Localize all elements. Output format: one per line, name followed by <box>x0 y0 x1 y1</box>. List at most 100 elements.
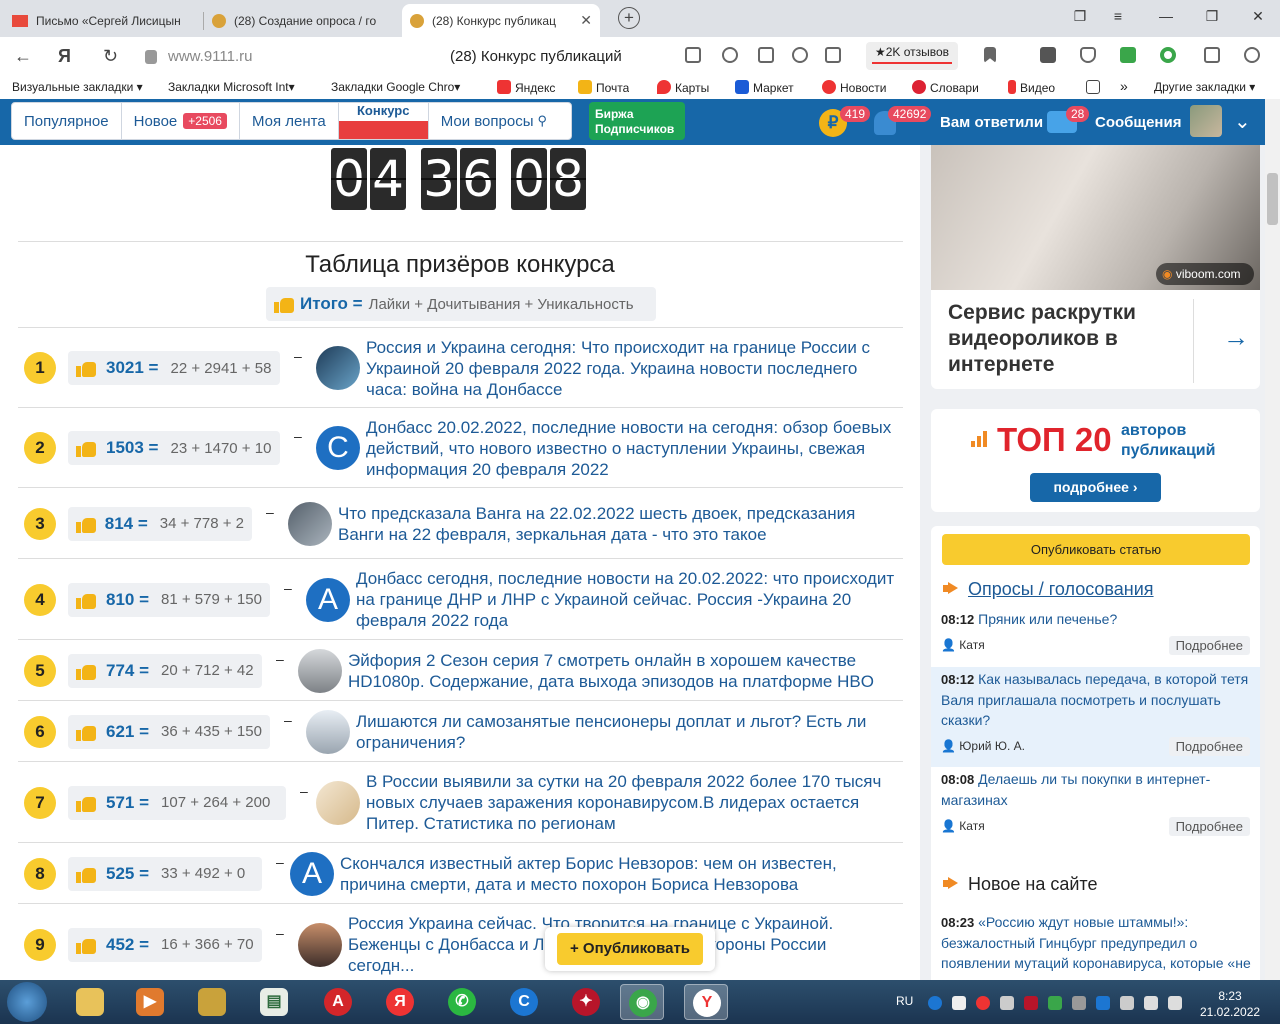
tray-icon[interactable] <box>952 996 966 1010</box>
clock[interactable]: 8:23 21.02.2022 <box>1200 988 1260 1020</box>
author-avatar[interactable] <box>298 648 342 693</box>
poll-more-button[interactable]: Подробнее <box>1168 737 1250 756</box>
bookmark-news[interactable]: Новости <box>822 80 886 95</box>
poll-more-button[interactable]: Подробнее <box>1168 817 1250 836</box>
chevron-down-icon[interactable]: ⌄ <box>1234 109 1251 134</box>
article-link[interactable]: Россия и Украина сегодня: Что происходит… <box>366 337 897 400</box>
messages-link[interactable]: Сообщения <box>1095 114 1181 131</box>
reload-icon[interactable]: ↻ <box>103 46 118 67</box>
shield-icon[interactable] <box>1080 47 1096 63</box>
bookmark-market[interactable]: Маркет <box>735 80 794 95</box>
back-icon[interactable]: ← <box>14 46 32 67</box>
bookmark-yandex[interactable]: Яндекс <box>497 80 555 95</box>
poll-link[interactable]: Пряник или печенье? <box>978 611 1117 627</box>
yandex-browser-icon[interactable]: Y <box>684 984 728 1020</box>
browser-tab-poll[interactable]: (28) Создание опроса / го <box>204 4 400 37</box>
nav-my-feed[interactable]: Моя лента <box>240 103 339 139</box>
new-item-link[interactable]: «Россию ждут новые штаммы!»: безжалостны… <box>941 914 1251 980</box>
reader-icon[interactable] <box>758 47 774 63</box>
author-avatar[interactable]: С <box>316 426 360 470</box>
author-avatar[interactable] <box>306 709 350 754</box>
new-tab-button[interactable]: + <box>618 7 640 29</box>
top20-more-button[interactable]: подробнее › <box>1030 473 1161 502</box>
nav-my-questions[interactable]: Мои вопросы ⚲ <box>429 103 559 139</box>
download-icon[interactable] <box>1120 47 1136 63</box>
game-icon[interactable]: ✦ <box>564 984 608 1020</box>
tabs-icon[interactable]: ❐ <box>1070 8 1090 25</box>
copy-icon[interactable] <box>685 47 701 63</box>
nav-new[interactable]: Новое +2506 <box>122 103 240 139</box>
acrobat-icon[interactable]: A <box>316 984 360 1020</box>
poll-more-button[interactable]: Подробнее <box>1168 636 1250 655</box>
ccleaner-tray-icon[interactable] <box>928 996 942 1010</box>
yandex-tray-icon[interactable] <box>976 996 990 1010</box>
publish-article-button[interactable]: Опубликовать статью <box>942 534 1250 565</box>
bookmark-icon[interactable] <box>984 47 996 63</box>
viboom-badge[interactable]: ◉ viboom.com <box>1156 263 1254 285</box>
play-icon[interactable] <box>1086 80 1100 94</box>
article-link[interactable]: Лишаются ли самозанятые пенсионеры допла… <box>356 711 897 753</box>
nav-contest[interactable]: Конкурс <box>338 103 429 139</box>
explorer-icon[interactable] <box>68 984 112 1020</box>
author-avatar[interactable] <box>316 780 360 825</box>
flag-icon[interactable] <box>1144 996 1158 1010</box>
collections-icon[interactable] <box>1204 47 1220 63</box>
vpn-icon[interactable] <box>1160 47 1176 63</box>
author-avatar[interactable] <box>288 501 332 546</box>
whatsapp-icon[interactable]: ✆ <box>440 984 484 1020</box>
close-tab-icon[interactable]: ✕ <box>580 12 592 29</box>
language-indicator[interactable]: RU <box>896 994 913 1008</box>
bookmark-visual[interactable]: Визуальные закладки ▾ <box>12 80 154 94</box>
bookmark-microsoft[interactable]: Закладки Microsoft Int▾ <box>168 80 316 94</box>
arrow-right-icon[interactable]: → <box>1223 322 1249 353</box>
minimize-button[interactable]: — <box>1156 8 1176 24</box>
polls-link[interactable]: Опросы / голосования <box>968 579 1154 599</box>
article-link[interactable]: Что предсказала Ванга на 22.02.2022 шест… <box>338 503 897 545</box>
headphones-icon[interactable] <box>722 47 738 63</box>
start-button[interactable] <box>7 982 47 1022</box>
bookmark-other[interactable]: Другие закладки ▾ <box>1154 80 1255 94</box>
bookmark-maps[interactable]: Карты <box>657 80 709 95</box>
bookmark-google[interactable]: Закладки Google Chro▾ <box>331 80 479 94</box>
tray-icon[interactable] <box>1072 996 1086 1010</box>
yandex-home-icon[interactable]: Я <box>58 46 71 67</box>
author-avatar[interactable]: А <box>306 577 350 622</box>
road-app-icon[interactable] <box>190 984 234 1020</box>
tray-icon[interactable] <box>1048 996 1062 1010</box>
scrollbar-thumb[interactable] <box>1267 173 1278 225</box>
protect-icon[interactable] <box>825 47 841 63</box>
author-avatar[interactable] <box>316 346 360 390</box>
poll-link[interactable]: Делаешь ли ты покупки в интернет-магазин… <box>941 771 1210 808</box>
article-link[interactable]: Эйфория 2 Сезон серия 7 смотреть онлайн … <box>348 650 897 692</box>
translate-icon[interactable] <box>792 47 808 63</box>
tray-icon[interactable] <box>1096 996 1110 1010</box>
article-link[interactable]: В России выявили за сутки на 20 февраля … <box>366 771 897 834</box>
bookmark-dictionary[interactable]: Словари <box>912 80 979 95</box>
bookmark-mail[interactable]: Почта <box>578 80 629 95</box>
close-window-button[interactable]: ✕ <box>1248 8 1268 25</box>
tray-icon[interactable] <box>1000 996 1014 1010</box>
extension-icon[interactable] <box>1040 47 1056 63</box>
article-link[interactable]: Скончался известный актер Борис Невзоров… <box>340 853 897 895</box>
nav-popular[interactable]: Популярное <box>12 103 122 139</box>
scrollbar[interactable] <box>1265 99 1280 980</box>
article-link[interactable]: Донбасс 20.02.2022, последние новости на… <box>366 417 897 480</box>
poll-link[interactable]: Как называлась передача, в которой тетя … <box>941 671 1248 728</box>
more-bookmarks[interactable]: » <box>1120 78 1128 94</box>
author-avatar[interactable]: А <box>290 851 334 896</box>
reviews-badge[interactable]: ★2K отзывов <box>866 42 958 70</box>
notes-icon[interactable]: ▤ <box>252 984 296 1020</box>
ccleaner-icon[interactable]: C <box>502 984 546 1020</box>
account-icon[interactable] <box>1244 47 1260 63</box>
author-avatar[interactable] <box>298 922 342 967</box>
video-ad-card[interactable]: ◉ viboom.com Сервис раскрутки видеоролик… <box>931 145 1260 389</box>
tray-icon[interactable] <box>1024 996 1038 1010</box>
yandex-icon[interactable]: Я <box>378 984 422 1020</box>
browser-tab-mail[interactable]: Письмо «Сергей Лисицын <box>4 4 204 37</box>
subscribers-exchange-button[interactable]: Биржа Подписчиков <box>589 102 685 140</box>
user-avatar[interactable] <box>1190 105 1222 137</box>
bookmark-video[interactable]: Видео <box>1008 80 1055 95</box>
browser-tab-contest[interactable]: (28) Конкурс публикац ✕ <box>402 4 600 37</box>
answered-link[interactable]: Вам ответили <box>940 114 1043 131</box>
network-icon[interactable] <box>1120 996 1134 1010</box>
